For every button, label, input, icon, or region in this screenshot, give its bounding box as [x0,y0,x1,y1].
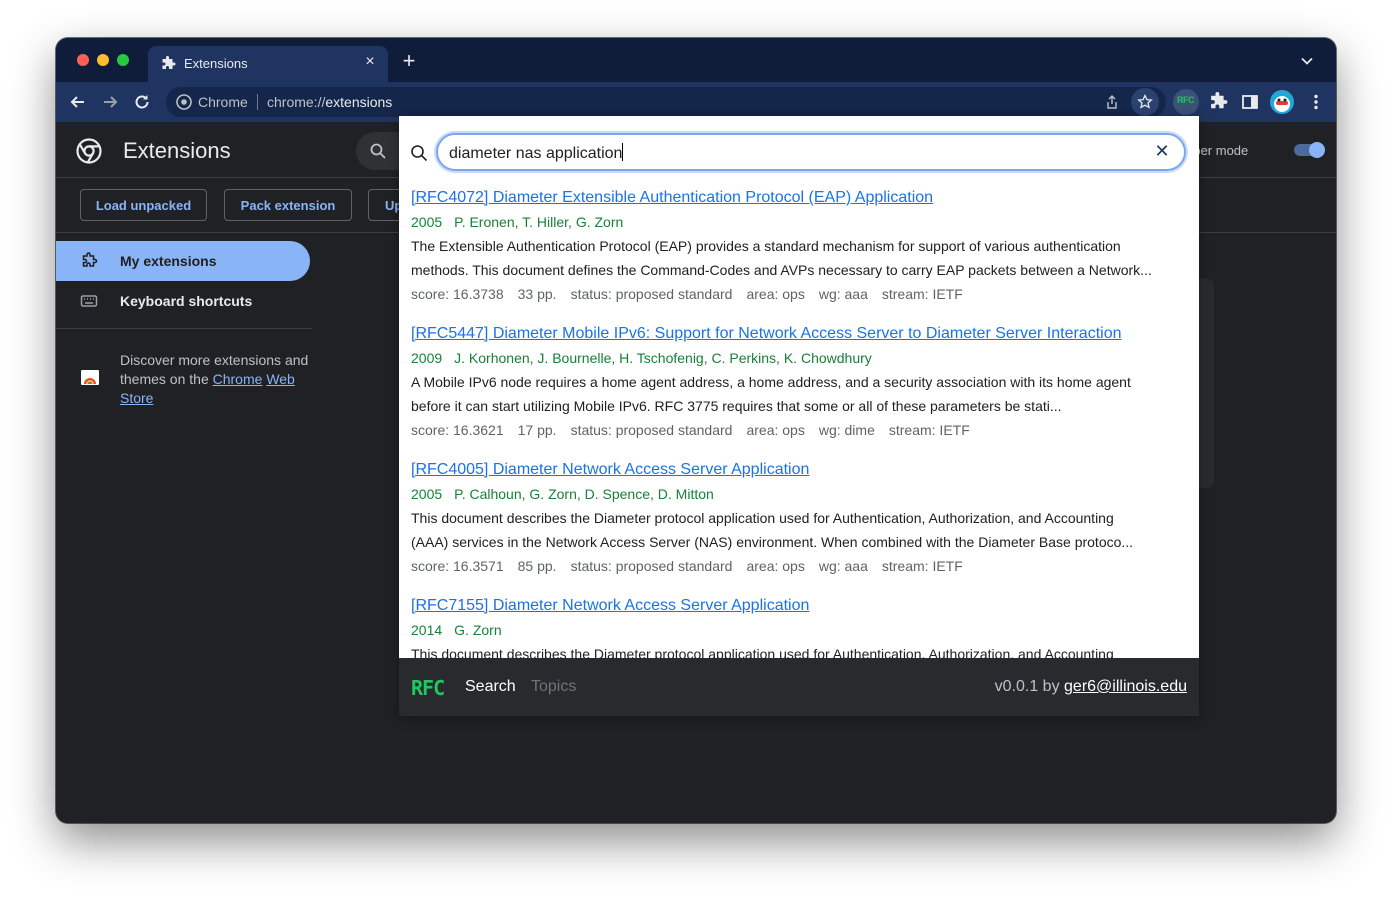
popup-footer: RFC Search Topics v0.0.1 by ger6@illinoi… [399,658,1199,716]
result-stats: score: 16.3738 33 pp. status: proposed sta… [411,286,963,302]
close-window-button[interactable] [77,54,89,66]
clear-search-icon[interactable]: ✕ [1154,142,1170,160]
close-tab-icon[interactable]: × [362,54,378,70]
sidebar-item-my-extensions[interactable]: My extensions [56,241,310,281]
kebab-menu-icon[interactable] [1306,92,1326,112]
toggle-knob [1309,142,1325,158]
url-text: chrome://extensions [267,94,393,110]
omnibox-divider [257,94,258,110]
avatar-icon [1274,96,1290,112]
search-icon [370,143,386,159]
result-description: A Mobile IPv6 node requires a home agent… [411,374,1131,414]
new-tab-button[interactable]: + [400,50,418,72]
rfc-search-input[interactable]: diameter nas application ✕ [436,133,1186,171]
result-title-link[interactable]: [RFC7155] Diameter Network Access Server… [411,594,1191,618]
address-bar[interactable]: Chrome chrome://extensions [166,87,1166,117]
web-store-icon [81,370,99,385]
puzzle-icon [162,56,176,69]
result-item: [RFC4072] Diameter Extensible Authentica… [411,186,1191,306]
result-stats: score: 16.3621 17 pp. status: proposed sta… [411,422,970,438]
tab-topics[interactable]: Topics [531,678,576,696]
sidebar-divider [56,328,312,329]
tab-title: Extensions [184,56,248,71]
result-description: This document describes the Diameter pro… [411,510,1134,550]
profile-avatar[interactable] [1270,90,1294,114]
author-email-link[interactable]: ger6@illinois.edu [1064,678,1187,695]
search-icon [411,145,428,162]
forward-icon[interactable] [100,92,120,112]
zoom-window-button[interactable] [117,54,129,66]
star-icon [1137,94,1153,109]
minimize-window-button[interactable] [97,54,109,66]
sidebar-item-keyboard-shortcuts[interactable]: Keyboard shortcuts [56,281,310,321]
tab-extensions[interactable]: Extensions × [148,46,388,82]
chevron-down-icon[interactable] [1300,54,1314,68]
site-label: Chrome [198,94,248,110]
load-unpacked-button[interactable]: Load unpacked [80,189,207,221]
sidebar-item-label: My extensions [120,253,217,269]
sidebar-item-label: Keyboard shortcuts [120,293,253,309]
version-credit: v0.0.1 by ger6@illinois.edu [994,678,1187,695]
extensions-puzzle-icon[interactable] [1208,92,1228,112]
side-panel-icon[interactable] [1240,92,1260,112]
back-icon[interactable] [68,92,88,112]
rfc-extension-button[interactable]: RFC [1173,89,1199,115]
search-query-text: diameter nas application [449,143,624,162]
keyboard-icon [80,295,98,307]
result-title-link[interactable]: [RFC4005] Diameter Network Access Server… [411,458,1191,482]
tab-strip: Extensions × + [56,38,1336,82]
result-item: [RFC7155] Diameter Network Access Server… [411,594,1191,658]
result-item: [RFC5447] Diameter Mobile IPv6: Support … [411,322,1191,442]
developer-mode-toggle[interactable] [1294,142,1326,158]
pack-extension-button[interactable]: Pack extension [224,189,352,221]
bookmark-star-button[interactable] [1131,88,1159,116]
tab-search[interactable]: Search [465,678,516,696]
result-meta: 2009 J. Korhonen, J. Bournelle, H. Tschof… [411,350,872,366]
result-meta: 2014 G. Zorn [411,622,502,638]
share-icon[interactable] [1104,94,1120,110]
search-results: [RFC4072] Diameter Extensible Authentica… [411,186,1191,658]
result-description: This document describes the Diameter pro… [411,646,1114,658]
result-item: [RFC4005] Diameter Network Access Server… [411,458,1191,578]
rfc-badge: RFC [1177,95,1195,105]
result-meta: 2005 P. Eronen, T. Hiller, G. Zorn [411,214,624,230]
result-title-link[interactable]: [RFC4072] Diameter Extensible Authentica… [411,186,1191,210]
rfc-search-popup: diameter nas application ✕ [RFC4072] Dia… [399,116,1199,716]
result-description: The Extensible Authentication Protocol (… [411,238,1152,278]
reload-icon[interactable] [132,92,152,112]
result-title-link[interactable]: [RFC5447] Diameter Mobile IPv6: Support … [411,322,1191,346]
rfc-logo: RFC [411,676,445,700]
discover-more-text: Discover more extensions and themes on t… [120,352,309,406]
chrome-logo-icon [176,94,192,110]
extensions-logo-icon [76,138,102,164]
result-stats: score: 16.3571 85 pp. status: proposed sta… [411,558,963,574]
page-title: Extensions [123,138,231,163]
chrome-web-store-link[interactable]: Chrome [213,371,263,387]
result-meta: 2005 P. Calhoun, G. Zorn, D. Spence, D. M… [411,486,714,502]
extension-icon [82,252,98,267]
